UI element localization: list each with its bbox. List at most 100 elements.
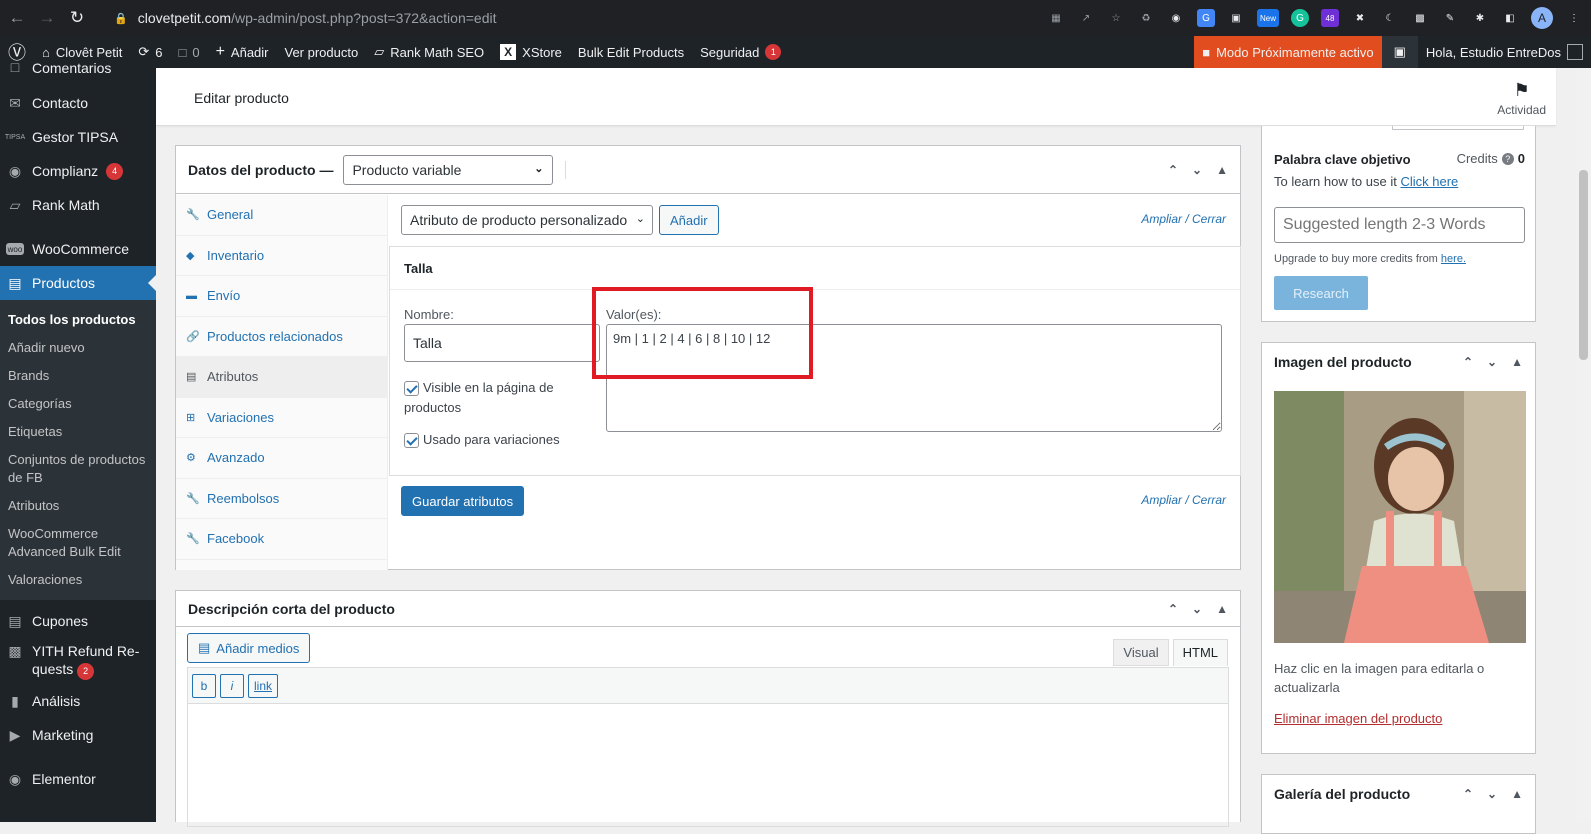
activity-button[interactable]: ⚑ Actividad (1497, 80, 1546, 117)
sidebar-item-analisis[interactable]: ▮ Análisis (0, 684, 156, 718)
tab-html[interactable]: HTML (1172, 639, 1228, 666)
sidebar-item-yith-refund[interactable]: ▩ YITH Refund Re-quests 2 (0, 638, 156, 684)
add-new-link[interactable]: + Añadir (208, 36, 277, 68)
sidebar-item-rank-math[interactable]: ▱ Rank Math (0, 188, 156, 222)
sidebar-item-gestor-tipsa[interactable]: TIPSA Gestor TIPSA (0, 120, 156, 154)
notifications-icon[interactable]: ▣ (1381, 36, 1418, 68)
star-icon[interactable]: ☆ (1107, 9, 1125, 27)
add-attribute-button[interactable]: Añadir (659, 205, 719, 235)
toggle-icon[interactable]: ▲ (1511, 787, 1523, 801)
counter-extension-icon[interactable]: 48 (1321, 9, 1339, 27)
sidebar-item-contacto[interactable]: ✉ Contacto (0, 86, 156, 120)
page-scrollbar[interactable] (1576, 68, 1591, 822)
submenu-reviews[interactable]: Valoraciones (0, 566, 156, 594)
visible-checkbox-row[interactable]: Visible en la página de productos (404, 378, 584, 418)
bulk-edit-link[interactable]: Bulk Edit Products (570, 36, 692, 68)
expand-close-link-bottom[interactable]: Ampliar / Cerrar (1141, 493, 1226, 507)
sidebar-item-elementor[interactable]: ◉ Elementor (0, 762, 156, 796)
address-bar[interactable]: 🔒 clovetpetit.com/wp-admin/post.php?post… (114, 6, 1014, 30)
move-down-icon[interactable]: ⌄ (1192, 163, 1202, 177)
save-attributes-button[interactable]: Guardar atributos (401, 486, 525, 516)
tab-facebook[interactable]: 🔧 Facebook (176, 519, 387, 560)
tab-shipping[interactable]: ▬ Envío (176, 276, 387, 317)
sidebar-item-cupones[interactable]: ▤ Cupones (0, 604, 156, 638)
description-editor[interactable] (188, 704, 1228, 824)
pen-icon[interactable]: ✎ (1441, 9, 1459, 27)
sidebar-item-woocommerce[interactable]: woo WooCommerce (0, 232, 156, 266)
remove-image-link[interactable]: Eliminar imagen del producto (1274, 711, 1442, 726)
back-icon[interactable]: ← (4, 8, 30, 28)
view-product-link[interactable]: Ver producto (277, 36, 367, 68)
submenu-tags[interactable]: Etiquetas (0, 418, 156, 446)
translate-icon[interactable]: ▦ (1047, 9, 1065, 27)
profile-avatar[interactable]: A (1531, 7, 1553, 29)
expand-close-link[interactable]: Ampliar / Cerrar (1141, 212, 1226, 226)
attribute-type-select[interactable]: Atributo de producto personalizado (401, 205, 653, 235)
attribute-heading[interactable]: Talla (390, 247, 1240, 290)
toggle-icon[interactable]: ▲ (1216, 163, 1228, 177)
move-up-icon[interactable]: ⌃ (1463, 355, 1473, 369)
keyword-input[interactable] (1274, 207, 1525, 243)
submenu-add-new[interactable]: Añadir nuevo (0, 334, 156, 362)
extensions-icon[interactable]: ✱ (1471, 9, 1489, 27)
tab-linked-products[interactable]: 🔗 Productos relacionados (176, 317, 387, 357)
add-media-button[interactable]: ▤ Añadir medios (187, 633, 311, 663)
rank-math-link[interactable]: ▱ Rank Math SEO (366, 36, 492, 68)
scrollbar-thumb[interactable] (1579, 170, 1588, 360)
account-link[interactable]: Hola, Estudio EntreDos (1418, 36, 1591, 68)
variations-checkbox[interactable] (404, 433, 419, 449)
help-icon[interactable]: ? (1501, 152, 1514, 165)
reload-icon[interactable]: ↻ (64, 8, 90, 28)
italic-button[interactable]: i (220, 673, 244, 698)
puzzle-x-icon[interactable]: ✖ (1351, 9, 1369, 27)
product-photo[interactable] (1274, 391, 1526, 643)
forward-icon[interactable]: → (34, 8, 60, 28)
xstore-link[interactable]: X XStore (492, 36, 570, 68)
sidebar-item-marketing[interactable]: ▶ Marketing (0, 718, 156, 752)
comments-link[interactable]: □ 0 (170, 36, 207, 68)
sidebar-item-comentarios[interactable]: □ Comentarios (0, 62, 156, 76)
move-down-icon[interactable]: ⌄ (1487, 355, 1497, 369)
move-up-icon[interactable]: ⌃ (1168, 163, 1178, 177)
globe-icon[interactable]: ◉ (1167, 9, 1185, 27)
moon-icon[interactable]: ☾ (1381, 9, 1399, 27)
camera-icon[interactable]: ▣ (1227, 9, 1245, 27)
toggle-icon[interactable]: ▲ (1216, 602, 1228, 616)
security-link[interactable]: Seguridad 1 (692, 36, 789, 68)
coming-soon-link[interactable]: ■ Modo Próximamente activo (1194, 36, 1382, 68)
submenu-brands[interactable]: Brands (0, 362, 156, 390)
tab-general[interactable]: 🔧 General (176, 195, 387, 236)
link-button[interactable]: link (248, 673, 279, 698)
new-extension-icon[interactable]: New (1257, 9, 1279, 27)
toggle-icon[interactable]: ▲ (1511, 355, 1523, 369)
tab-advanced[interactable]: ⚙ Avanzado (176, 438, 387, 479)
share-icon[interactable]: ↗ (1077, 9, 1095, 27)
sidebar-item-productos[interactable]: ▤ Productos (0, 266, 156, 300)
move-up-icon[interactable]: ⌃ (1168, 602, 1178, 616)
submenu-fb-sets[interactable]: Conjuntos de productos de FB (0, 446, 156, 492)
tab-inventory[interactable]: ◆ Inventario (176, 236, 387, 276)
tab-refunds[interactable]: 🔧 Reembolsos (176, 479, 387, 519)
submenu-all-products[interactable]: Todos los productos (0, 306, 156, 334)
submenu-attributes[interactable]: Atributos (0, 492, 156, 520)
bold-button[interactable]: b (192, 673, 216, 698)
visible-checkbox[interactable] (404, 381, 419, 397)
grammarly-icon[interactable]: G (1291, 9, 1309, 27)
google-translate-icon[interactable]: G (1197, 9, 1215, 27)
recycle-icon[interactable]: ♻ (1137, 9, 1155, 27)
screen-icon[interactable]: ▩ (1411, 9, 1429, 27)
variations-checkbox-row[interactable]: Usado para variaciones (404, 432, 600, 449)
submenu-bulk-edit[interactable]: WooCommerce Advanced Bulk Edit (0, 520, 156, 566)
sidepanel-icon[interactable]: ◧ (1501, 9, 1519, 27)
submenu-categories[interactable]: Categorías (0, 390, 156, 418)
move-up-icon[interactable]: ⌃ (1463, 787, 1473, 801)
research-button[interactable]: Research (1274, 276, 1368, 310)
move-down-icon[interactable]: ⌄ (1192, 602, 1202, 616)
tab-visual[interactable]: Visual (1113, 639, 1169, 666)
tab-attributes[interactable]: ▤ Atributos (176, 357, 387, 398)
click-here-link[interactable]: Click here (1400, 174, 1458, 189)
attribute-name-input[interactable] (404, 324, 600, 362)
move-down-icon[interactable]: ⌄ (1487, 787, 1497, 801)
menu-icon[interactable]: ⋮ (1565, 9, 1583, 27)
upgrade-link[interactable]: here. (1441, 253, 1466, 265)
